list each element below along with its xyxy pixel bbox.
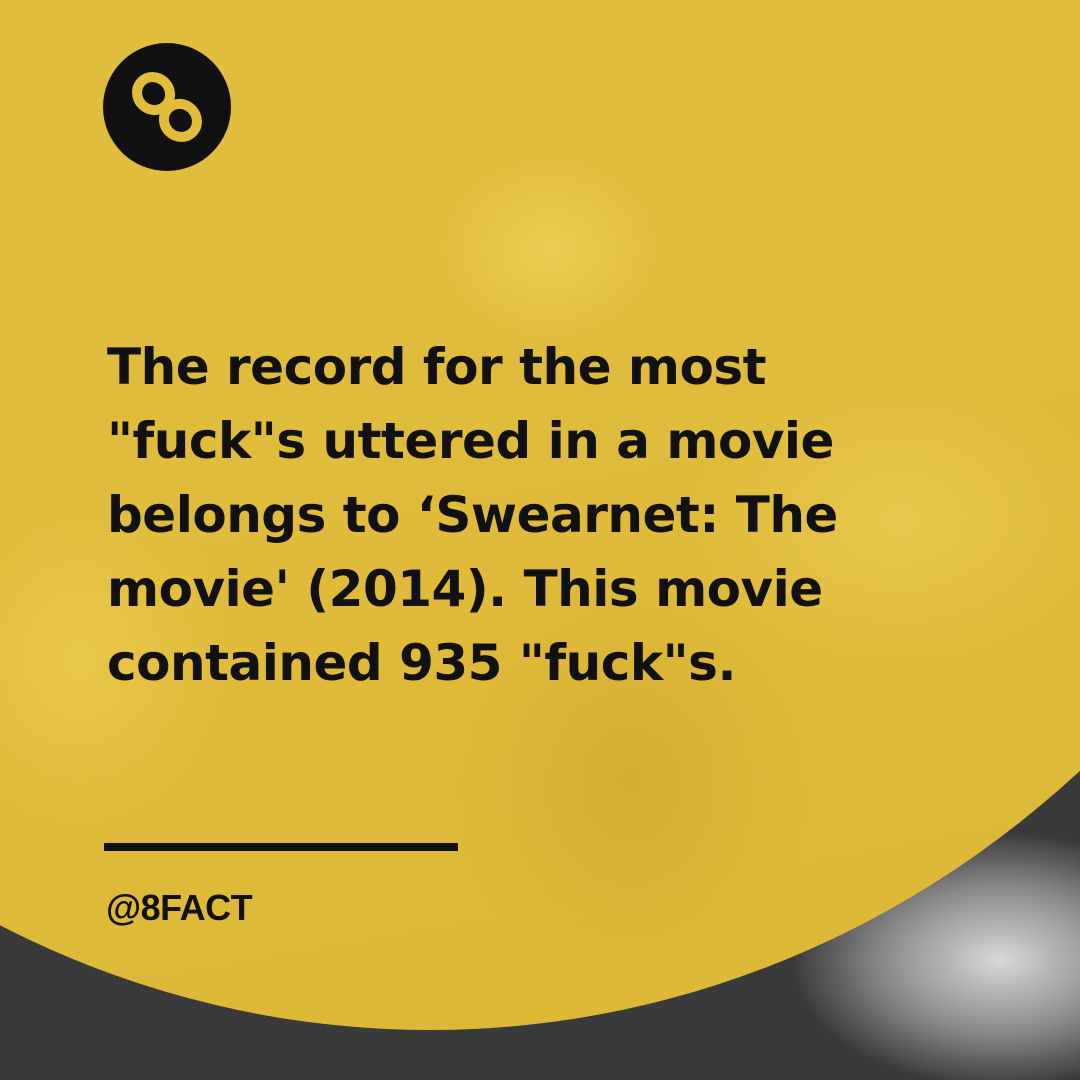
divider xyxy=(104,843,458,851)
fact-text: The record for the most "fuck"s uttered … xyxy=(107,338,838,692)
brand-logo[interactable] xyxy=(103,43,231,171)
account-handle[interactable]: @8FACT xyxy=(106,886,253,930)
fact-card: The record for the most "fuck"s uttered … xyxy=(0,0,1080,1080)
figure-eight-icon xyxy=(132,72,202,142)
